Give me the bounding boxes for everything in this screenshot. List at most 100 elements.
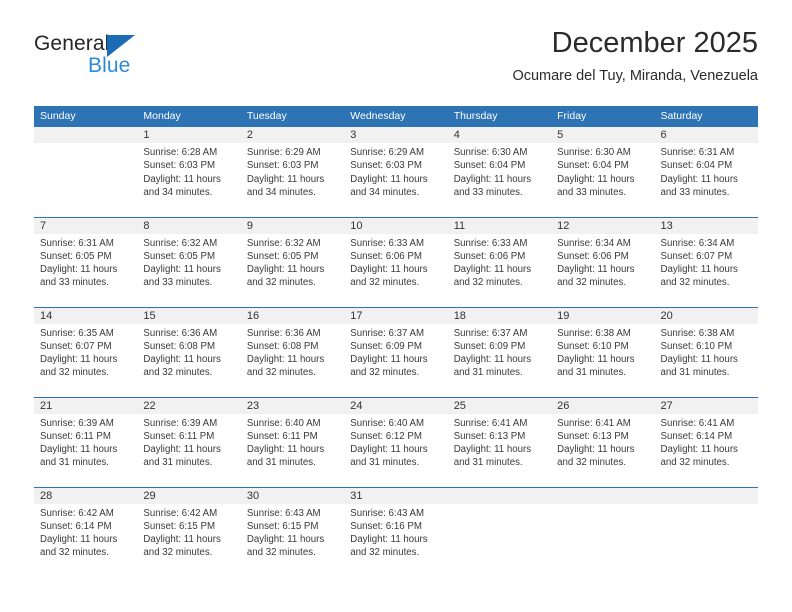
day-details: Sunrise: 6:30 AM Sunset: 6:04 PM Daylight:…: [551, 143, 654, 199]
day-details: Sunrise: 6:34 AM Sunset: 6:07 PM Daylight:…: [655, 234, 758, 290]
weekday-header-saturday: Saturday: [654, 106, 758, 127]
day-details: Sunrise: 6:32 AM Sunset: 6:05 PM Daylight:…: [137, 234, 240, 290]
calendar-day-cell[interactable]: 7 Sunrise: 6:31 AM Sunset: 6:05 PM Daylight…: [34, 216, 138, 307]
calendar-day-cell[interactable]: 17 Sunrise: 6:37 AM Sunset: 6:09 PM Dayligh…: [344, 306, 448, 397]
calendar-grid: Sunday Monday Tuesday Wednesday Thursday…: [34, 106, 758, 577]
day-number: 15: [137, 307, 241, 324]
calendar-week-row: 28 Sunrise: 6:42 AM Sunset: 6:14 PM Dayligh…: [34, 486, 758, 577]
daylight-text-line1: Daylight: 11 hours: [40, 444, 118, 456]
daylight-text-line1: Daylight: 11 hours: [660, 173, 738, 185]
calendar-day-cell[interactable]: 20 Sunrise: 6:38 AM Sunset: 6:10 PM Dayligh…: [654, 306, 758, 397]
calendar-day-cell[interactable]: 9 Sunrise: 6:32 AM Sunset: 6:05 PM Daylight…: [240, 216, 345, 307]
calendar-day-cell[interactable]: 22 Sunrise: 6:39 AM Sunset: 6:11 PM Dayligh…: [137, 396, 241, 487]
page-header: General Blue December 2025 Ocumare del T…: [0, 0, 792, 100]
sunrise-text: Sunrise: 6:40 AM: [350, 417, 425, 429]
calendar-day-cell[interactable]: 23 Sunrise: 6:40 AM Sunset: 6:11 PM Dayligh…: [240, 396, 345, 487]
logo-text-general: General: [34, 32, 110, 55]
day-number: 21: [34, 397, 138, 414]
daylight-text-line2: and 31 minutes.: [557, 367, 627, 379]
sunrise-text: Sunrise: 6:32 AM: [246, 237, 321, 249]
weekday-header-wednesday: Wednesday: [344, 106, 448, 127]
sunset-text: Sunset: 6:15 PM: [143, 520, 216, 532]
sunrise-text: Sunrise: 6:36 AM: [246, 327, 321, 339]
calendar-day-cell[interactable]: 13 Sunrise: 6:34 AM Sunset: 6:07 PM Dayligh…: [654, 216, 758, 307]
day-details: Sunrise: 6:40 AM Sunset: 6:12 PM Daylight:…: [344, 414, 447, 470]
daylight-text-line1: Daylight: 11 hours: [143, 173, 221, 185]
calendar-day-cell[interactable]: 12 Sunrise: 6:34 AM Sunset: 6:06 PM Dayligh…: [551, 216, 655, 307]
calendar-day-cell[interactable]: 15 Sunrise: 6:36 AM Sunset: 6:08 PM Dayligh…: [137, 306, 241, 397]
day-number: 12: [551, 217, 655, 234]
calendar-day-cell[interactable]: 11 Sunrise: 6:33 AM Sunset: 6:06 PM Dayligh…: [447, 216, 552, 307]
sunrise-text: Sunrise: 6:32 AM: [143, 237, 218, 249]
calendar-day-cell[interactable]: 6 Sunrise: 6:31 AM Sunset: 6:04 PM Daylight…: [654, 127, 758, 217]
day-details: Sunrise: 6:41 AM Sunset: 6:13 PM Daylight:…: [551, 414, 654, 470]
sunrise-text: Sunrise: 6:29 AM: [350, 147, 425, 158]
calendar-day-cell[interactable]: 27 Sunrise: 6:41 AM Sunset: 6:14 PM Dayligh…: [654, 396, 758, 487]
calendar-day-cell[interactable]: 2 Sunrise: 6:29 AM Sunset: 6:03 PM Daylight…: [240, 127, 345, 217]
day-number: 19: [551, 307, 655, 324]
calendar-day-cell[interactable]: 1 Sunrise: 6:28 AM Sunset: 6:03 PM Daylight…: [137, 127, 241, 217]
calendar-day-cell[interactable]: 29 Sunrise: 6:42 AM Sunset: 6:15 PM Dayligh…: [137, 486, 241, 577]
logo-text-blue: Blue: [88, 54, 131, 77]
day-details: Sunrise: 6:33 AM Sunset: 6:06 PM Daylight:…: [344, 234, 447, 290]
sunset-text: Sunset: 6:10 PM: [557, 340, 629, 352]
day-details: Sunrise: 6:39 AM Sunset: 6:11 PM Daylight:…: [34, 414, 137, 470]
day-details: Sunrise: 6:42 AM Sunset: 6:15 PM Daylight:…: [137, 504, 240, 560]
sunrise-text: Sunrise: 6:38 AM: [557, 327, 631, 339]
daylight-text-line2: and 32 minutes.: [246, 547, 316, 559]
calendar-day-cell[interactable]: 21 Sunrise: 6:39 AM Sunset: 6:11 PM Dayligh…: [34, 396, 138, 487]
sunset-text: Sunset: 6:04 PM: [660, 160, 733, 172]
calendar-day-cell[interactable]: 30 Sunrise: 6:43 AM Sunset: 6:15 PM Dayligh…: [240, 486, 345, 577]
calendar-day-cell[interactable]: 10 Sunrise: 6:33 AM Sunset: 6:06 PM Dayligh…: [344, 216, 448, 307]
calendar-day-cell[interactable]: 18 Sunrise: 6:37 AM Sunset: 6:09 PM Dayligh…: [447, 306, 552, 397]
calendar-day-cell[interactable]: 19 Sunrise: 6:38 AM Sunset: 6:10 PM Dayligh…: [551, 306, 655, 397]
daylight-text-line1: Daylight: 11 hours: [453, 444, 532, 456]
calendar-week-row: 14 Sunrise: 6:35 AM Sunset: 6:07 PM Dayligh…: [34, 306, 758, 397]
daylight-text-line1: Daylight: 11 hours: [143, 444, 221, 456]
daylight-text-line2: and 31 minutes.: [246, 457, 316, 469]
day-details: Sunrise: 6:38 AM Sunset: 6:10 PM Daylight:…: [655, 324, 758, 380]
daylight-text-line2: and 32 minutes.: [143, 547, 213, 559]
daylight-text-line1: Daylight: 11 hours: [557, 264, 635, 276]
calendar-day-cell[interactable]: 24 Sunrise: 6:40 AM Sunset: 6:12 PM Dayligh…: [344, 396, 448, 487]
day-details: Sunrise: 6:38 AM Sunset: 6:10 PM Daylight:…: [551, 324, 654, 380]
calendar-day-cell[interactable]: 28 Sunrise: 6:42 AM Sunset: 6:14 PM Dayligh…: [34, 486, 138, 577]
sunset-text: Sunset: 6:05 PM: [143, 250, 216, 262]
calendar-day-cell[interactable]: 16 Sunrise: 6:36 AM Sunset: 6:08 PM Dayligh…: [240, 306, 345, 397]
calendar-day-cell[interactable]: 3 Sunrise: 6:29 AM Sunset: 6:03 PM Daylight…: [344, 127, 448, 217]
daylight-text-line2: and 32 minutes.: [660, 457, 730, 469]
daylight-text-line2: and 32 minutes.: [40, 547, 109, 559]
daylight-text-line2: and 31 minutes.: [660, 367, 730, 379]
calendar-day-cell[interactable]: 5 Sunrise: 6:30 AM Sunset: 6:04 PM Daylight…: [551, 127, 655, 217]
calendar-day-cell[interactable]: 31 Sunrise: 6:43 AM Sunset: 6:16 PM Dayligh…: [344, 486, 448, 577]
calendar-day-cell[interactable]: 4 Sunrise: 6:30 AM Sunset: 6:04 PM Daylight…: [447, 127, 552, 217]
calendar-day-cell[interactable]: 8 Sunrise: 6:32 AM Sunset: 6:05 PM Daylight…: [137, 216, 241, 307]
calendar-day-cell[interactable]: 14 Sunrise: 6:35 AM Sunset: 6:07 PM Dayligh…: [34, 306, 138, 397]
day-number: 5: [551, 127, 655, 143]
day-details: Sunrise: 6:41 AM Sunset: 6:14 PM Daylight:…: [655, 414, 758, 470]
calendar-day-cell[interactable]: 26 Sunrise: 6:41 AM Sunset: 6:13 PM Dayligh…: [551, 396, 655, 487]
sunset-text: Sunset: 6:06 PM: [350, 250, 422, 262]
calendar-day-cell[interactable]: 25 Sunrise: 6:41 AM Sunset: 6:13 PM Dayligh…: [447, 396, 552, 487]
day-details: Sunrise: 6:37 AM Sunset: 6:09 PM Daylight:…: [344, 324, 447, 380]
day-details: Sunrise: 6:35 AM Sunset: 6:07 PM Daylight:…: [34, 324, 137, 380]
day-number: 6: [654, 127, 758, 143]
day-number: 25: [447, 397, 552, 414]
day-number: 23: [240, 397, 345, 414]
sunset-text: Sunset: 6:07 PM: [660, 250, 733, 262]
day-number: 16: [240, 307, 345, 324]
calendar-cell-empty: [551, 486, 655, 577]
daylight-text-line2: and 32 minutes.: [350, 367, 420, 379]
sunrise-text: Sunrise: 6:42 AM: [40, 507, 114, 519]
daylight-text-line1: Daylight: 11 hours: [246, 354, 325, 366]
sunrise-text: Sunrise: 6:31 AM: [40, 237, 114, 249]
daylight-text-line1: Daylight: 11 hours: [660, 264, 738, 276]
day-details: Sunrise: 6:40 AM Sunset: 6:11 PM Daylight:…: [241, 414, 344, 470]
generalblue-logo[interactable]: General Blue: [34, 32, 214, 84]
sunset-text: Sunset: 6:13 PM: [557, 430, 629, 442]
weekday-header-sunday: Sunday: [34, 106, 138, 127]
sunset-text: Sunset: 6:07 PM: [40, 340, 112, 352]
daylight-text-line1: Daylight: 11 hours: [350, 534, 428, 546]
day-number: 4: [447, 127, 552, 143]
day-number: 26: [551, 397, 655, 414]
